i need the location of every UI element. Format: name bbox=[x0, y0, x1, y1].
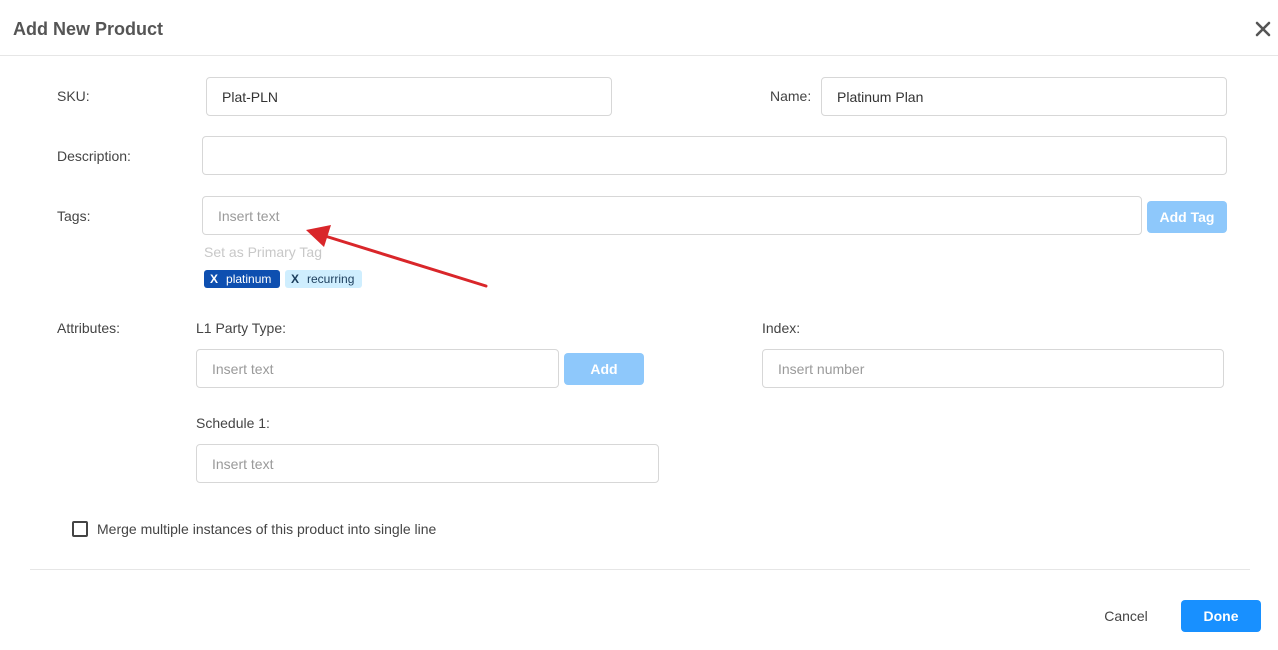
remove-tag-icon[interactable]: X bbox=[210, 272, 218, 286]
tag-chip-recurring: Xrecurring bbox=[285, 270, 362, 288]
schedule-1-input[interactable] bbox=[196, 444, 659, 483]
add-tag-button[interactable]: Add Tag bbox=[1147, 201, 1227, 233]
tags-input[interactable] bbox=[202, 196, 1142, 235]
set-primary-tag-link[interactable]: Set as Primary Tag bbox=[204, 244, 322, 260]
close-icon[interactable] bbox=[1254, 20, 1272, 38]
tag-chip-platinum: Xplatinum bbox=[204, 270, 280, 288]
index-label: Index: bbox=[762, 320, 801, 336]
tags-label: Tags: bbox=[57, 208, 91, 224]
header-divider bbox=[0, 55, 1278, 56]
description-input[interactable] bbox=[202, 136, 1227, 175]
footer-divider bbox=[30, 569, 1250, 570]
add-party-type-button[interactable]: Add bbox=[564, 353, 644, 385]
attributes-label: Attributes: bbox=[57, 320, 121, 336]
l1-party-type-label: L1 Party Type: bbox=[196, 320, 287, 336]
done-button[interactable]: Done bbox=[1181, 600, 1261, 632]
merge-instances-label[interactable]: Merge multiple instances of this product… bbox=[97, 521, 436, 537]
tag-chip-label: recurring bbox=[307, 272, 355, 286]
tag-chip-label: platinum bbox=[226, 272, 272, 286]
dialog-title: Add New Product bbox=[13, 19, 164, 39]
description-label: Description: bbox=[57, 148, 131, 164]
cancel-button[interactable]: Cancel bbox=[1092, 600, 1160, 632]
l1-party-type-input[interactable] bbox=[196, 349, 559, 388]
merge-instances-checkbox[interactable] bbox=[72, 521, 88, 537]
index-input[interactable] bbox=[762, 349, 1224, 388]
name-label: Name: bbox=[770, 88, 812, 104]
sku-label: SKU: bbox=[57, 88, 90, 104]
name-input[interactable] bbox=[821, 77, 1227, 116]
sku-input[interactable] bbox=[206, 77, 612, 116]
schedule-1-label: Schedule 1: bbox=[196, 415, 270, 431]
remove-tag-icon[interactable]: X bbox=[291, 272, 299, 286]
